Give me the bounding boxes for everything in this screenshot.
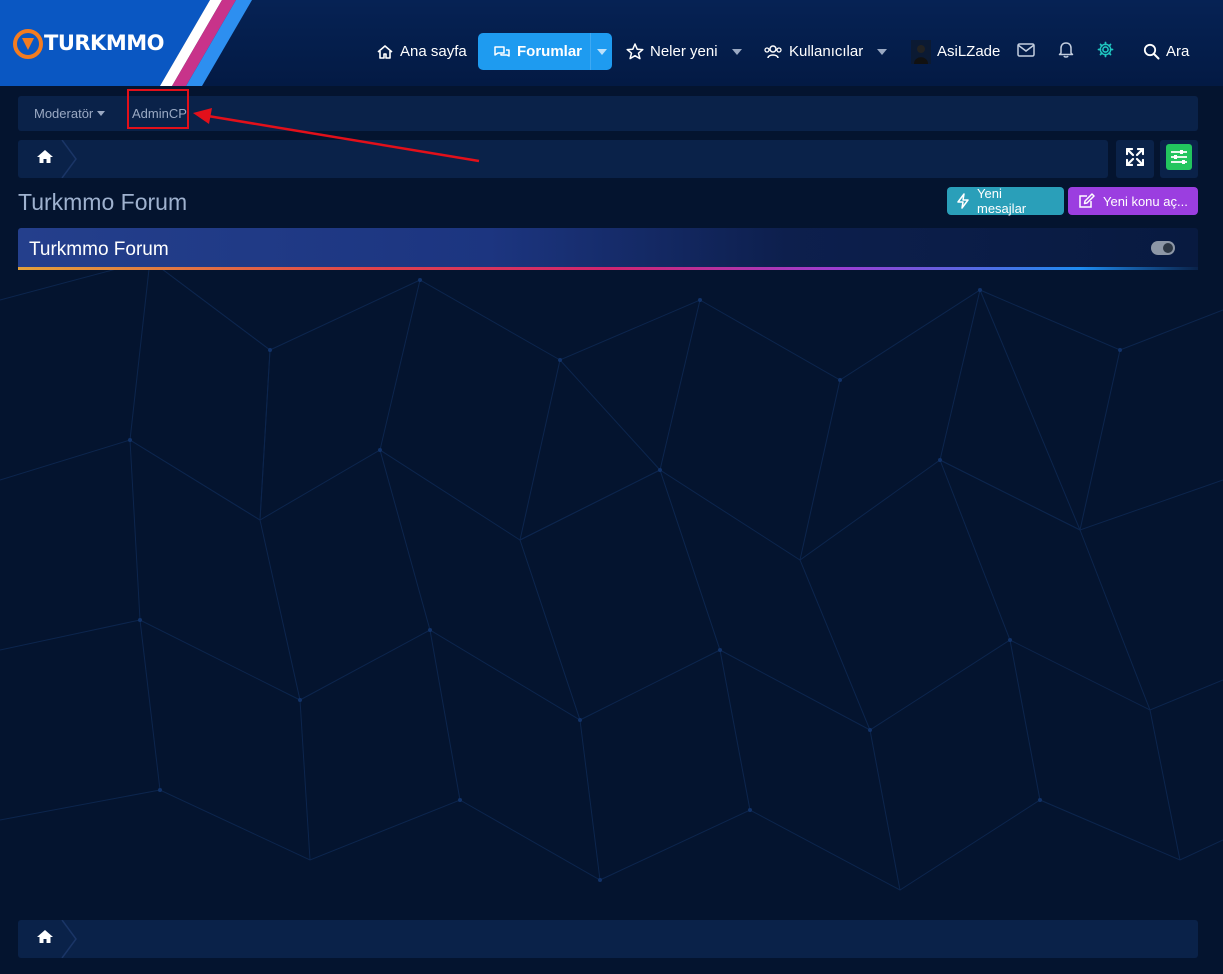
search-button[interactable]: Ara [1143, 33, 1189, 70]
collapse-toggle[interactable] [1151, 241, 1175, 255]
alerts-button[interactable] [1058, 33, 1074, 70]
main-nav: Ana sayfa Forumlar Neler yeni Kullanıcıl… [0, 33, 1223, 70]
home-icon [376, 44, 394, 60]
nav-members[interactable]: Kullanıcılar [763, 33, 888, 70]
home-icon [37, 930, 53, 948]
moderator-label: Moderatör [34, 106, 94, 121]
inbox-button[interactable] [1017, 33, 1035, 70]
new-posts-label: Yeni mesajlar [977, 186, 1027, 216]
breadcrumb-bottom [18, 920, 1198, 958]
star-icon [626, 43, 644, 60]
chevron-down-icon [97, 111, 106, 116]
bell-icon [1058, 41, 1074, 62]
chevron-down-icon[interactable] [731, 48, 742, 55]
sliders-icon [1166, 143, 1192, 175]
nav-forums[interactable]: Forumlar [478, 33, 612, 70]
nav-user[interactable]: AsiLZade [911, 33, 1000, 70]
home-icon [37, 150, 53, 168]
nav-whats-new-label: Neler yeni [650, 43, 718, 60]
settings-button[interactable] [1097, 33, 1114, 70]
edit-icon [1078, 193, 1095, 209]
users-icon [763, 44, 783, 59]
avatar [911, 39, 931, 64]
gear-icon [1097, 41, 1114, 62]
search-label: Ara [1166, 43, 1190, 60]
sub-navigation: Moderatör AdminCP [18, 96, 1198, 131]
toggle-knob [1163, 243, 1173, 253]
chat-bubbles-icon [493, 44, 511, 60]
breadcrumb-separator [61, 920, 77, 958]
breadcrumb [18, 140, 1108, 178]
new-posts-button[interactable]: Yeni mesajlar [947, 186, 1064, 216]
nav-home-label: Ana sayfa [400, 43, 467, 60]
envelope-icon [1017, 42, 1035, 61]
nav-home[interactable]: Ana sayfa [376, 33, 467, 70]
style-settings-button[interactable] [1160, 140, 1198, 178]
forum-category-title[interactable]: Turkmmo Forum [29, 239, 169, 261]
moderator-menu[interactable]: Moderatör [34, 106, 106, 121]
gradient-stripe [18, 267, 1198, 270]
nav-forums-label: Forumlar [517, 43, 583, 60]
breadcrumb-separator [61, 140, 77, 178]
nav-divider [590, 33, 592, 70]
nav-whats-new[interactable]: Neler yeni [626, 33, 742, 70]
site-header: TURKMMO Ana sayfa Forumlar Neler yeni Ku… [0, 0, 1223, 86]
new-thread-label: Yeni konu aç... [1103, 193, 1188, 209]
new-thread-button[interactable]: Yeni konu aç... [1068, 187, 1198, 215]
chevron-down-icon[interactable] [877, 48, 888, 55]
forum-category-header: Turkmmo Forum [18, 228, 1198, 270]
page-title: Turkmmo Forum [18, 189, 188, 215]
search-icon [1143, 43, 1160, 60]
chevron-down-icon[interactable] [597, 48, 608, 55]
nav-members-label: Kullanıcılar [789, 43, 864, 60]
nav-user-label: AsiLZade [937, 43, 1001, 60]
annotation-highlight-box [127, 89, 189, 129]
fullscreen-button[interactable] [1116, 140, 1154, 178]
bolt-icon [957, 193, 969, 209]
expand-icon [1125, 147, 1145, 171]
